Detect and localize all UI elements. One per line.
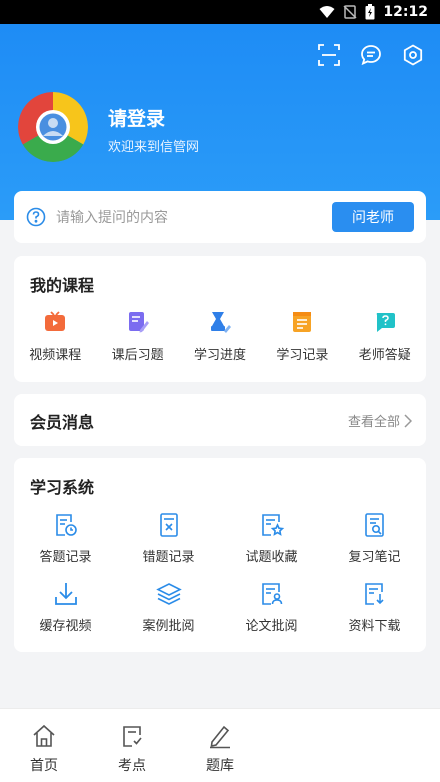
login-title[interactable]: 请登录 [108,104,165,131]
course-item-video[interactable]: 视频课程 [14,310,96,363]
study-item-favorite[interactable]: 试题收藏 [220,512,323,565]
my-courses-title: 我的课程 [30,276,95,295]
login-subtitle: 欢迎来到信管网 [108,140,200,155]
study-item-label: 试题收藏 [245,550,298,565]
course-list: 视频课程 课后习题 学习进度 学习记录 老师答疑 [14,310,426,363]
course-item-record[interactable]: 学习记录 [261,310,343,363]
member-messages-card[interactable]: 会员消息 查看全部 [14,394,426,446]
header-actions [318,44,424,66]
question-input[interactable]: 请输入提问的内容 [56,207,332,227]
material-download-icon [362,581,388,607]
course-item-label: 视频课程 [29,348,82,363]
home-icon [31,723,57,749]
status-bar: 12:12 [0,0,440,24]
tab-exam-points[interactable]: 考点 [88,709,176,782]
tab-label: 考点 [118,758,146,774]
tab-label: 首页 [30,758,58,774]
course-item-label: 学习记录 [276,348,329,363]
study-item-download-video[interactable]: 缓存视频 [14,581,117,634]
status-time: 12:12 [383,4,428,20]
qa-icon [373,310,397,334]
view-all-label: 查看全部 [347,415,400,430]
member-messages-title: 会员消息 [30,413,95,432]
course-item-label: 老师答疑 [358,348,411,363]
study-item-wrong-record[interactable]: 错题记录 [117,512,220,565]
my-courses-card: 我的课程 视频课程 课后习题 学习进度 学习记录 老师答疑 [14,256,426,382]
tab-question-bank[interactable]: 题库 [176,709,264,782]
view-all-link[interactable]: 查看全部 [348,411,412,430]
record-icon [290,310,314,334]
course-item-label: 课后习题 [111,348,164,363]
course-item-exercise[interactable]: 课后习题 [96,310,178,363]
course-item-progress[interactable]: 学习进度 [179,310,261,363]
video-course-icon [43,310,67,334]
settings-icon[interactable] [402,44,424,66]
paper-review-icon [259,581,285,607]
study-system-grid: 答题记录 错题记录 试题收藏 复习笔记 缓存视频 案例批阅 论文批阅 资料下载 [14,512,426,634]
tab-home[interactable]: 首页 [0,709,88,782]
study-item-paper-review[interactable]: 论文批阅 [220,581,323,634]
battery-icon [365,4,375,20]
ask-question-bar: 请输入提问的内容 问老师 [14,191,426,243]
exam-point-icon [119,723,145,749]
study-item-label: 案例批阅 [142,619,195,634]
course-item-label: 学习进度 [193,348,246,363]
study-item-notes[interactable]: 复习笔记 [323,512,426,565]
study-system-card: 学习系统 答题记录 错题记录 试题收藏 复习笔记 缓存视频 案例批阅 论文批阅 … [14,458,426,652]
avatar[interactable] [18,92,88,162]
study-item-case-review[interactable]: 案例批阅 [117,581,220,634]
study-item-label: 论文批阅 [245,619,298,634]
scan-icon[interactable] [318,44,340,66]
bottom-tab-bar: 首页 考点 题库 [0,708,440,782]
no-sim-icon [343,5,357,19]
study-item-label: 资料下载 [348,619,401,634]
answer-record-icon [53,512,79,538]
study-system-title: 学习系统 [30,478,95,497]
study-item-label: 答题记录 [39,550,92,565]
message-icon[interactable] [360,44,382,66]
case-review-icon [155,581,182,607]
favorite-icon [259,512,285,538]
question-bank-icon [207,723,233,749]
study-item-answer-record[interactable]: 答题记录 [14,512,117,565]
ask-teacher-button[interactable]: 问老师 [332,202,414,232]
download-video-icon [53,581,79,607]
progress-icon [208,310,232,334]
question-icon [26,207,46,227]
study-item-label: 缓存视频 [39,619,92,634]
tab-label: 题库 [206,758,234,774]
wrong-record-icon [156,512,182,538]
exercise-icon [126,310,150,334]
study-item-label: 复习笔记 [348,550,401,565]
notes-icon [362,512,388,538]
course-item-qa[interactable]: 老师答疑 [344,310,426,363]
study-item-material-download[interactable]: 资料下载 [323,581,426,634]
chevron-right-icon [404,413,412,428]
wifi-icon [319,6,335,18]
study-item-label: 错题记录 [142,550,195,565]
